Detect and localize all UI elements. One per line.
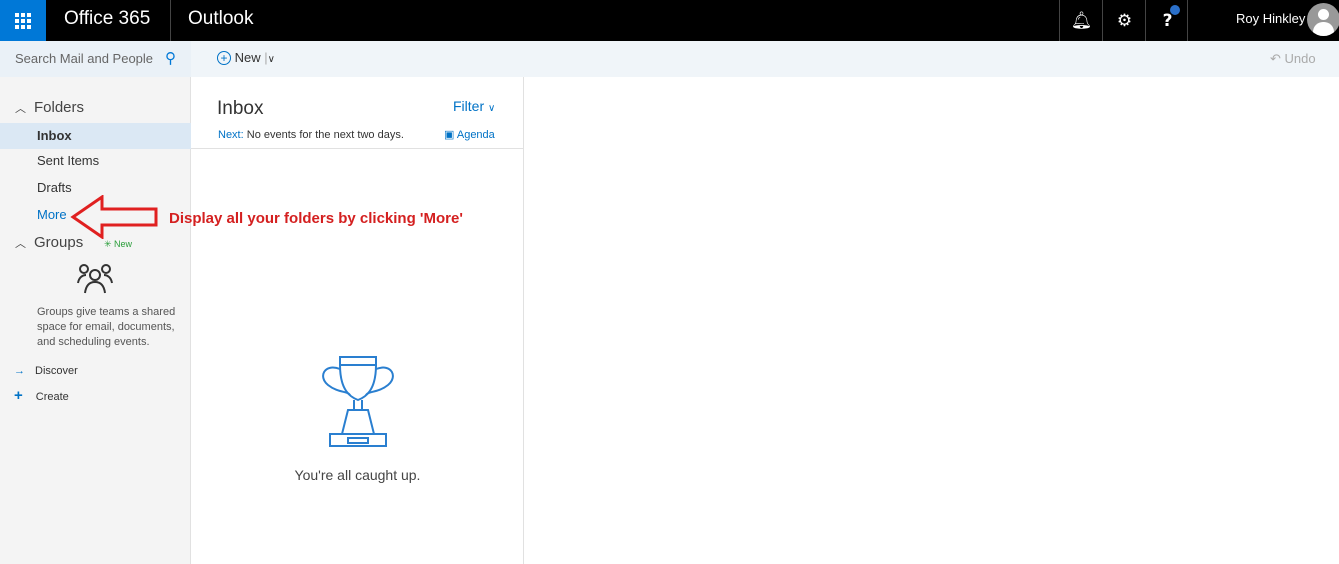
list-title: Inbox: [217, 98, 264, 119]
groups-icon: [77, 264, 113, 294]
next-events: Next: No events for the next two days.: [218, 129, 404, 141]
settings-gear-icon[interactable]: ⚙: [1103, 0, 1146, 41]
notifications-bell-icon[interactable]: 🔔︎: [1060, 0, 1103, 41]
agenda-label: Agenda: [456, 129, 495, 141]
chevron-down-icon: ∨: [488, 103, 496, 114]
top-bar: Office 365 Outlook 🔔︎ ⚙ ? Roy Hinkley: [0, 0, 1339, 41]
plus-icon: +: [14, 387, 23, 404]
next-label: Next:: [218, 129, 244, 141]
user-name[interactable]: Roy Hinkley: [1236, 11, 1305, 26]
discover-label: Discover: [35, 365, 78, 377]
undo-button[interactable]: ↶ Undo: [1270, 51, 1316, 67]
folder-sent-items[interactable]: Sent Items: [0, 148, 191, 174]
chevron-up-icon: ︿: [15, 103, 26, 115]
undo-icon: ↶: [1270, 51, 1281, 66]
create-link[interactable]: + Create: [14, 387, 69, 404]
command-bar: + New |∨ ↶ Undo: [191, 41, 1339, 77]
arrow-right-icon: →: [14, 365, 25, 377]
app-title[interactable]: Outlook: [188, 8, 253, 30]
message-list: Inbox Filter ∨ Next: No events for the n…: [191, 77, 524, 564]
divider: [170, 0, 171, 41]
folder-inbox[interactable]: Inbox: [0, 123, 191, 149]
search-input[interactable]: Search Mail and People ⚲: [0, 41, 191, 77]
annotation-text: Display all your folders by clicking 'Mo…: [169, 210, 463, 227]
new-button[interactable]: + New |∨: [217, 50, 275, 65]
calendar-icon: ▣: [444, 129, 455, 141]
divider: [191, 148, 523, 149]
discover-link[interactable]: → Discover: [14, 365, 78, 377]
groups-description: Groups give teams a shared space for ema…: [37, 306, 176, 348]
create-label: Create: [35, 391, 69, 403]
filter-button[interactable]: Filter ∨: [453, 98, 495, 114]
waffle-icon: [15, 12, 31, 29]
filter-label: Filter: [453, 98, 485, 114]
search-icon[interactable]: ⚲: [165, 49, 176, 67]
folder-pane: Search Mail and People ⚲ ︿ Folders Inbox S…: [0, 41, 191, 564]
divider: [1187, 0, 1188, 41]
trophy-icon: [322, 356, 394, 447]
undo-label: Undo: [1284, 51, 1316, 66]
agenda-button[interactable]: ▣ Agenda: [444, 128, 495, 141]
app-launcher-button[interactable]: [0, 0, 46, 41]
annotation-arrow-icon: [70, 195, 158, 239]
new-badge: ✳ New: [104, 239, 133, 249]
help-badge-icon: [1170, 5, 1180, 15]
new-label: New: [234, 50, 261, 65]
next-text: No events for the next two days.: [246, 129, 404, 141]
empty-state-text: You're all caught up.: [294, 467, 421, 483]
help-icon[interactable]: ?: [1146, 0, 1189, 41]
chevron-down-icon[interactable]: ∨: [268, 54, 275, 65]
chevron-up-icon: ︿: [15, 238, 26, 250]
folders-heading: Folders: [34, 99, 85, 116]
plus-circle-icon: +: [217, 51, 231, 65]
folders-toggle[interactable]: ︿ Folders: [15, 99, 84, 116]
new-badge-label: New: [114, 239, 133, 249]
avatar[interactable]: [1307, 3, 1339, 36]
brand-title[interactable]: Office 365: [64, 8, 150, 30]
search-placeholder: Search Mail and People: [15, 51, 154, 66]
